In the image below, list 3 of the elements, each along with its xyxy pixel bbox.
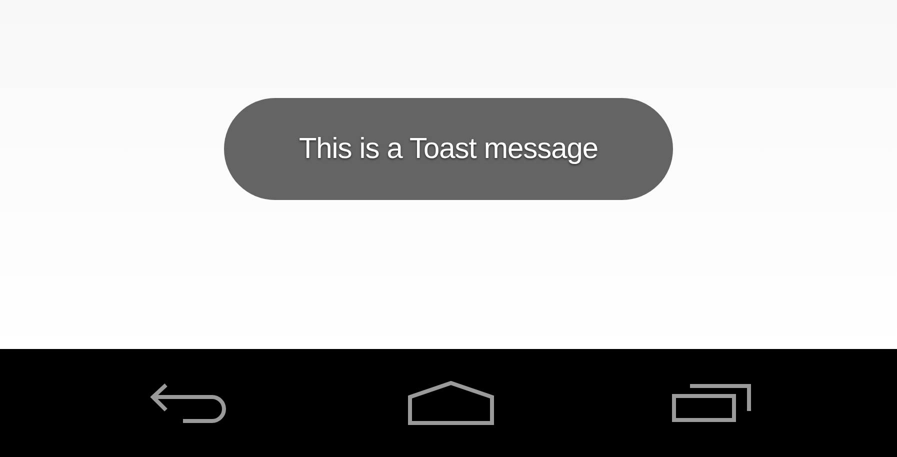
home-icon[interactable] [408,381,494,425]
recent-apps-icon[interactable] [672,384,752,422]
toast-message: This is a Toast message [224,98,673,200]
